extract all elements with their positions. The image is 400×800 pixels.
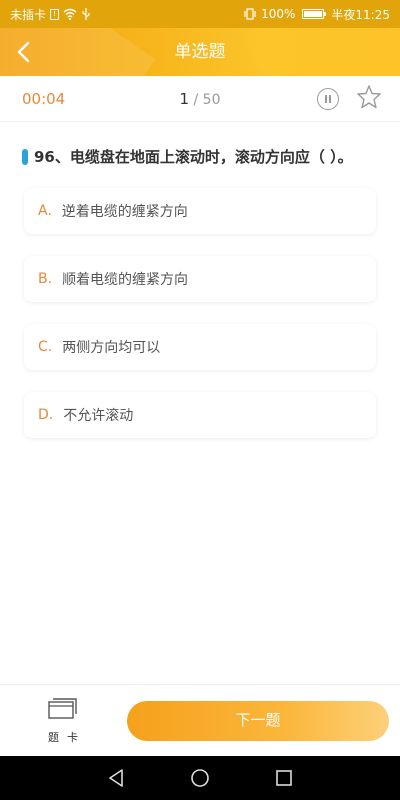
answer-card-label: 题卡: [48, 731, 86, 744]
battery-text: 100%: [261, 7, 296, 21]
sim-icon: !: [50, 8, 60, 20]
option-c[interactable]: C. 两侧方向均可以: [24, 324, 376, 370]
home-circle-icon[interactable]: [188, 766, 212, 790]
usb-icon: [82, 8, 90, 20]
option-text: 顺着电缆的缠紧方向: [62, 272, 189, 288]
nav-bar: 单选题: [0, 28, 400, 76]
question-text-row: 96、电缆盘在地面上滚动时，滚动方向应（ ）。: [22, 146, 382, 167]
carrier-text: 未插卡: [10, 7, 47, 22]
option-letter: C.: [38, 339, 53, 355]
question-marker: [22, 148, 28, 165]
current-question-number: 1: [179, 89, 190, 108]
pause-icon[interactable]: [317, 88, 339, 110]
status-left: 未插卡 !: [10, 6, 91, 23]
star-icon[interactable]: [356, 84, 382, 110]
total-questions: / 50: [193, 91, 221, 108]
question-text: 96、电缆盘在地面上滚动时，滚动方向应（ ）。: [34, 148, 353, 166]
option-letter: B.: [38, 271, 53, 287]
answer-card-icon: [48, 698, 77, 719]
back-triangle-icon[interactable]: [104, 766, 128, 790]
system-nav-bar: [0, 756, 400, 800]
info-bar: 00:04 1 / 50: [0, 76, 400, 122]
option-letter: A.: [38, 203, 52, 219]
clock-text: 半夜11:25: [331, 7, 390, 22]
battery-icon: [302, 9, 327, 19]
status-bar: 未插卡 ! 100% 半夜11:25: [0, 0, 400, 28]
answer-card-button[interactable]: 题卡: [38, 695, 88, 749]
option-letter: D.: [38, 407, 54, 423]
bottom-bar: 题卡 下一题: [0, 684, 400, 756]
option-text: 逆着电缆的缠紧方向: [61, 204, 188, 220]
option-b[interactable]: B. 顺着电缆的缠紧方向: [24, 256, 376, 302]
status-right: 100% 半夜11:25: [243, 6, 390, 23]
wifi-icon: [63, 8, 77, 20]
option-text: 两侧方向均可以: [62, 340, 161, 356]
vibrate-icon: [244, 8, 256, 20]
page-title: 单选题: [174, 42, 226, 62]
next-question-button[interactable]: 下一题: [127, 701, 389, 741]
question-progress: 1 / 50: [0, 90, 400, 108]
option-text: 不允许滚动: [63, 408, 134, 424]
option-a[interactable]: A. 逆着电缆的缠紧方向: [24, 188, 376, 234]
option-d[interactable]: D. 不允许滚动: [24, 392, 376, 438]
recent-apps-icon[interactable]: [272, 766, 296, 790]
